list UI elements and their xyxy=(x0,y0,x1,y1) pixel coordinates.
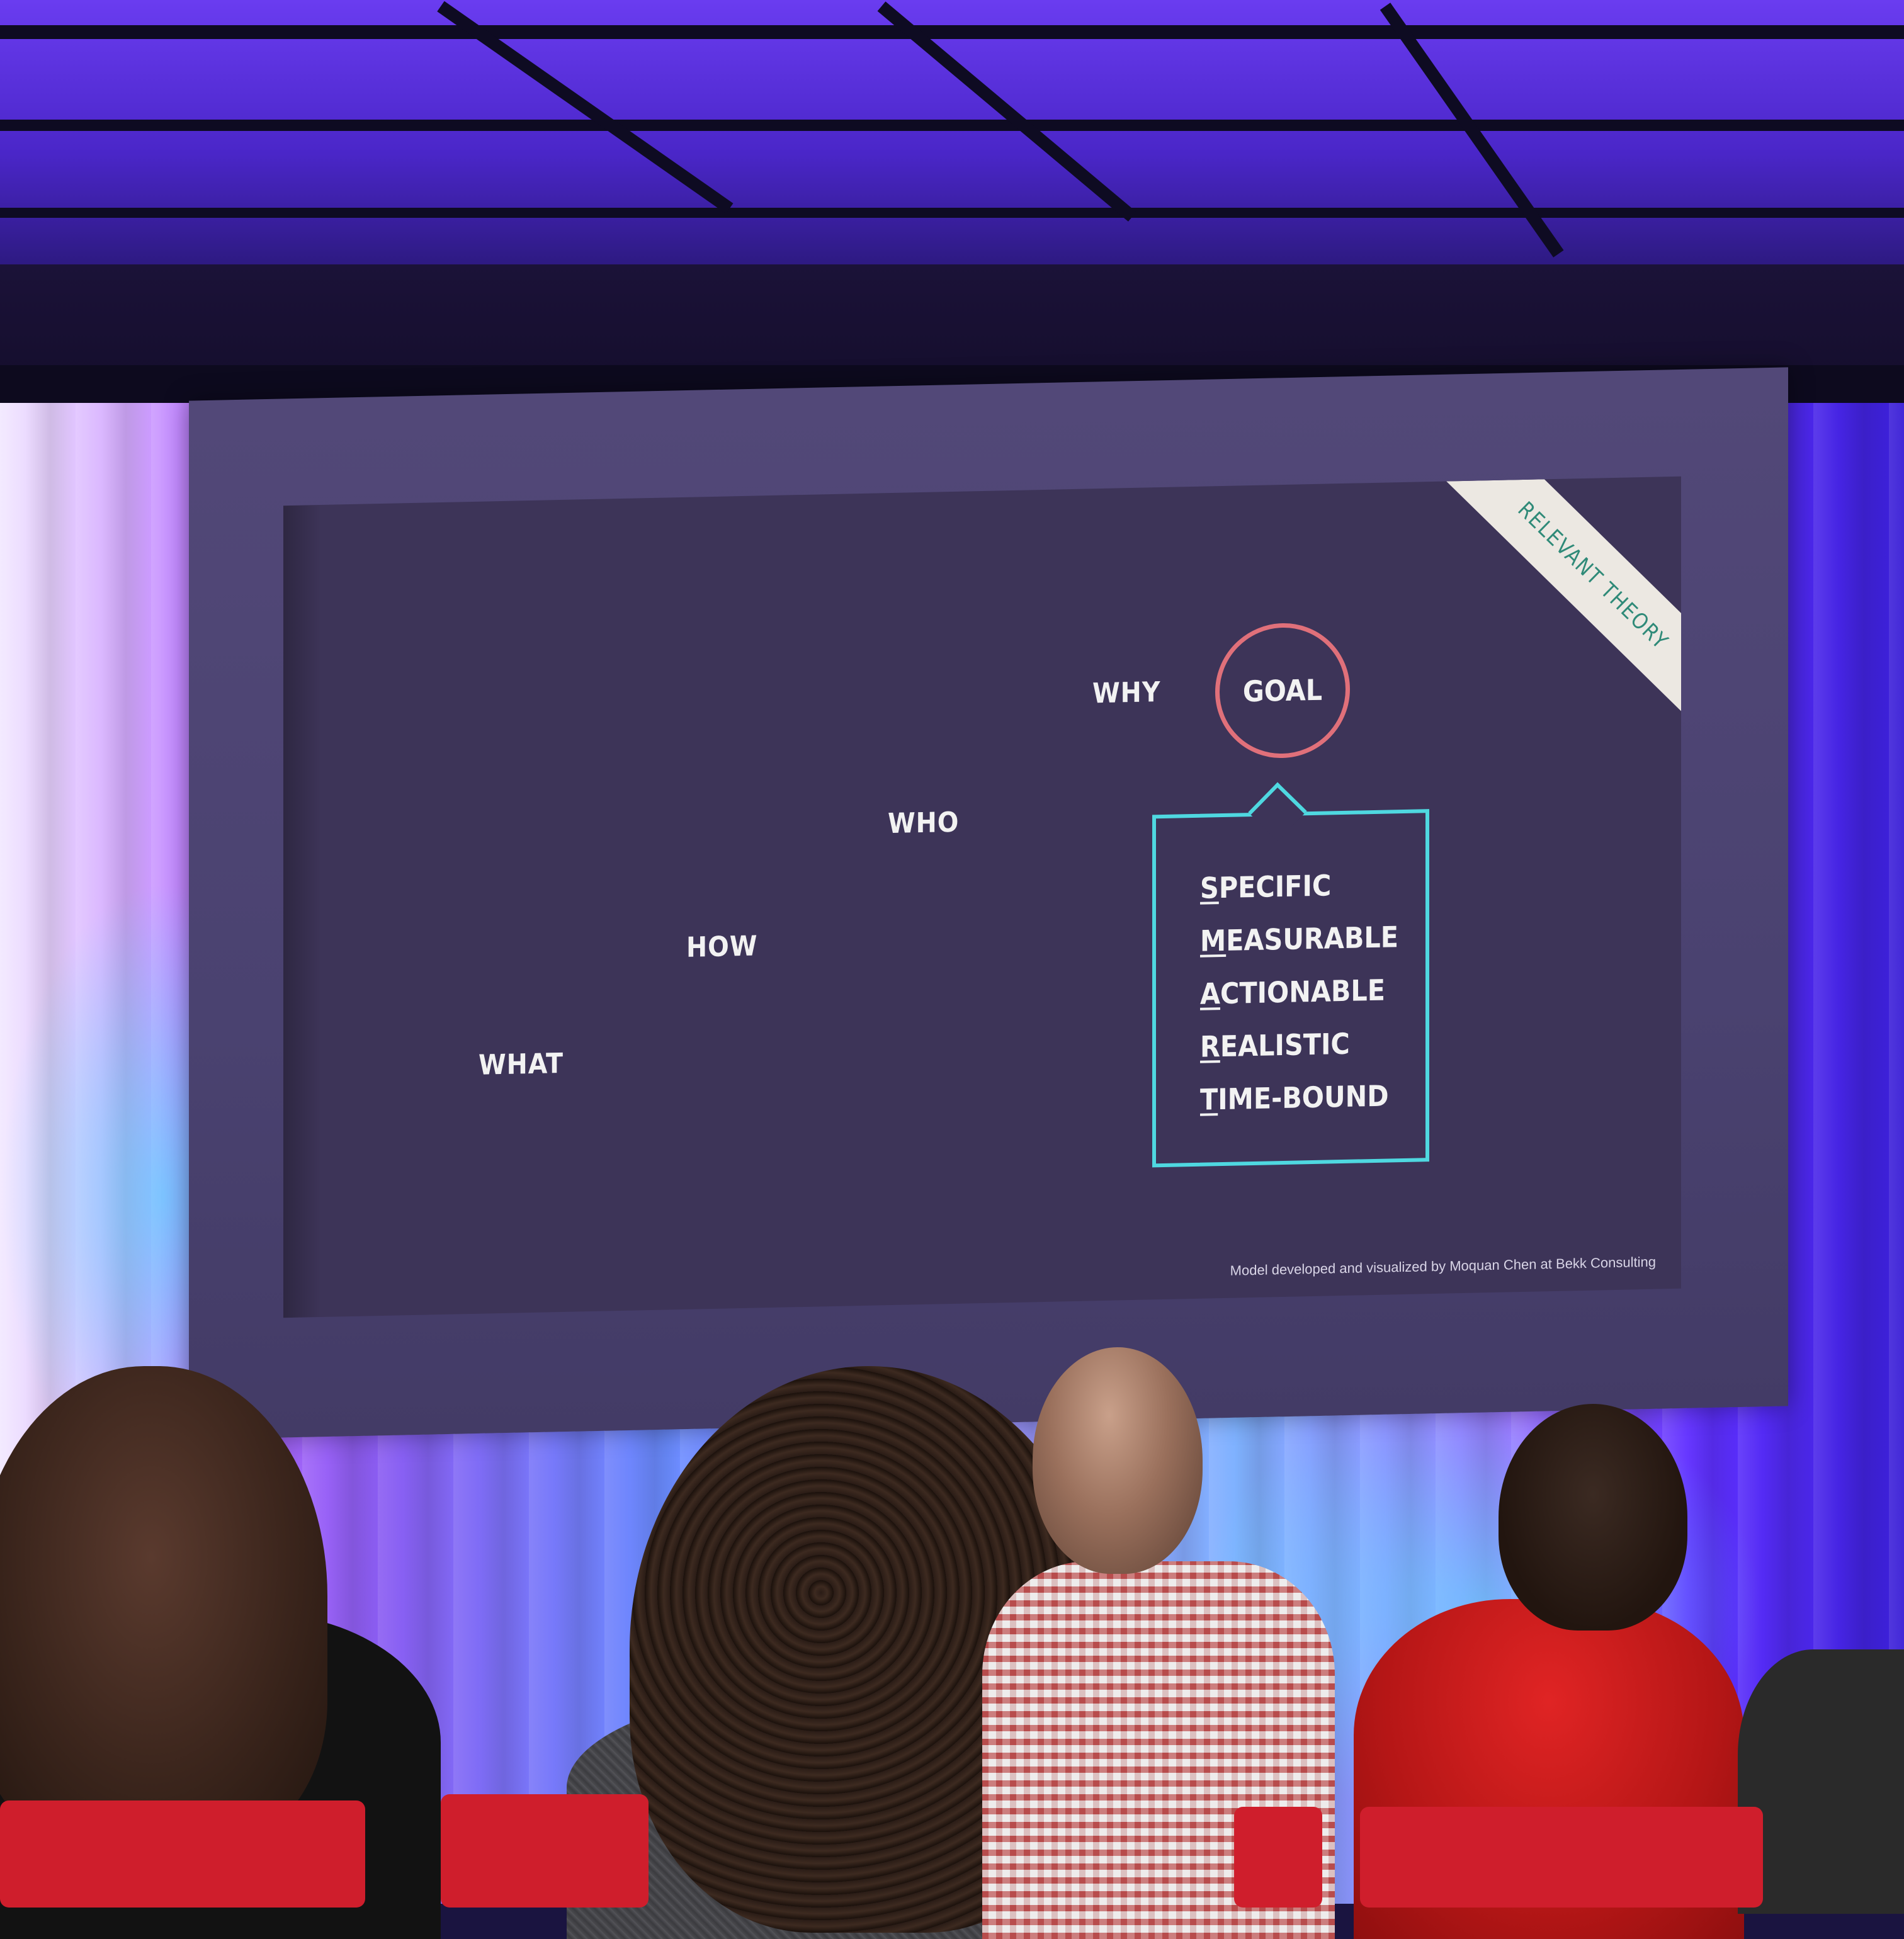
corner-ribbon: RELEVANT THEORY xyxy=(1442,476,1681,721)
smart-item: ACTIONABLE xyxy=(1200,963,1398,1020)
smart-item: MEASURABLE xyxy=(1200,910,1398,968)
smart-initial: S xyxy=(1200,871,1219,905)
smart-initial: R xyxy=(1200,1029,1220,1064)
chair xyxy=(441,1794,649,1908)
word-what: WHAT xyxy=(479,1047,564,1082)
audience-member-head xyxy=(1499,1404,1687,1631)
ribbon-band: RELEVANT THEORY xyxy=(1444,476,1681,721)
smart-item: SPECIFIC xyxy=(1200,857,1398,915)
ceiling-truss xyxy=(0,25,1904,39)
conference-scene: RELEVANT THEORY WHY WHO HOW WHAT GOAL SP… xyxy=(0,0,1904,1939)
slide-shadow xyxy=(283,504,321,1318)
word-how: HOW xyxy=(686,930,758,964)
chair xyxy=(1234,1807,1322,1908)
word-who: WHO xyxy=(888,806,960,840)
smart-criteria-box: SPECIFIC MEASURABLE ACTIONABLE REALISTIC… xyxy=(1152,782,1429,1168)
chair xyxy=(0,1800,365,1908)
smart-word: CTIONABLE xyxy=(1220,973,1386,1011)
smart-initial: M xyxy=(1200,923,1227,958)
word-why: WHY xyxy=(1092,676,1161,710)
goal-label: GOAL xyxy=(1242,672,1323,709)
audience-member-head xyxy=(0,1366,327,1845)
audience-member-head xyxy=(1033,1347,1203,1574)
smart-item: TIME-BOUND xyxy=(1200,1069,1398,1126)
presentation-slide: RELEVANT THEORY WHY WHO HOW WHAT GOAL SP… xyxy=(283,476,1681,1318)
smart-initial: A xyxy=(1200,976,1221,1011)
smart-item: REALISTIC xyxy=(1200,1016,1398,1073)
chair xyxy=(1360,1807,1763,1908)
slide-credit: Model developed and visualized by Moquan… xyxy=(1230,1253,1656,1279)
smart-initial: T xyxy=(1200,1082,1218,1117)
ceiling-truss xyxy=(0,120,1904,131)
goal-circle: GOAL xyxy=(1215,621,1350,760)
smart-word: EASURABLE xyxy=(1226,920,1399,958)
ceiling-truss xyxy=(0,208,1904,218)
smart-word: IME-BOUND xyxy=(1218,1078,1389,1117)
callout-pointer xyxy=(1248,782,1307,841)
ribbon-label: RELEVANT THEORY xyxy=(1512,497,1674,655)
smart-word: PECIFIC xyxy=(1218,868,1332,905)
smart-list: SPECIFIC MEASURABLE ACTIONABLE REALISTIC… xyxy=(1200,857,1398,1126)
smart-word: EALISTIC xyxy=(1220,1026,1350,1064)
